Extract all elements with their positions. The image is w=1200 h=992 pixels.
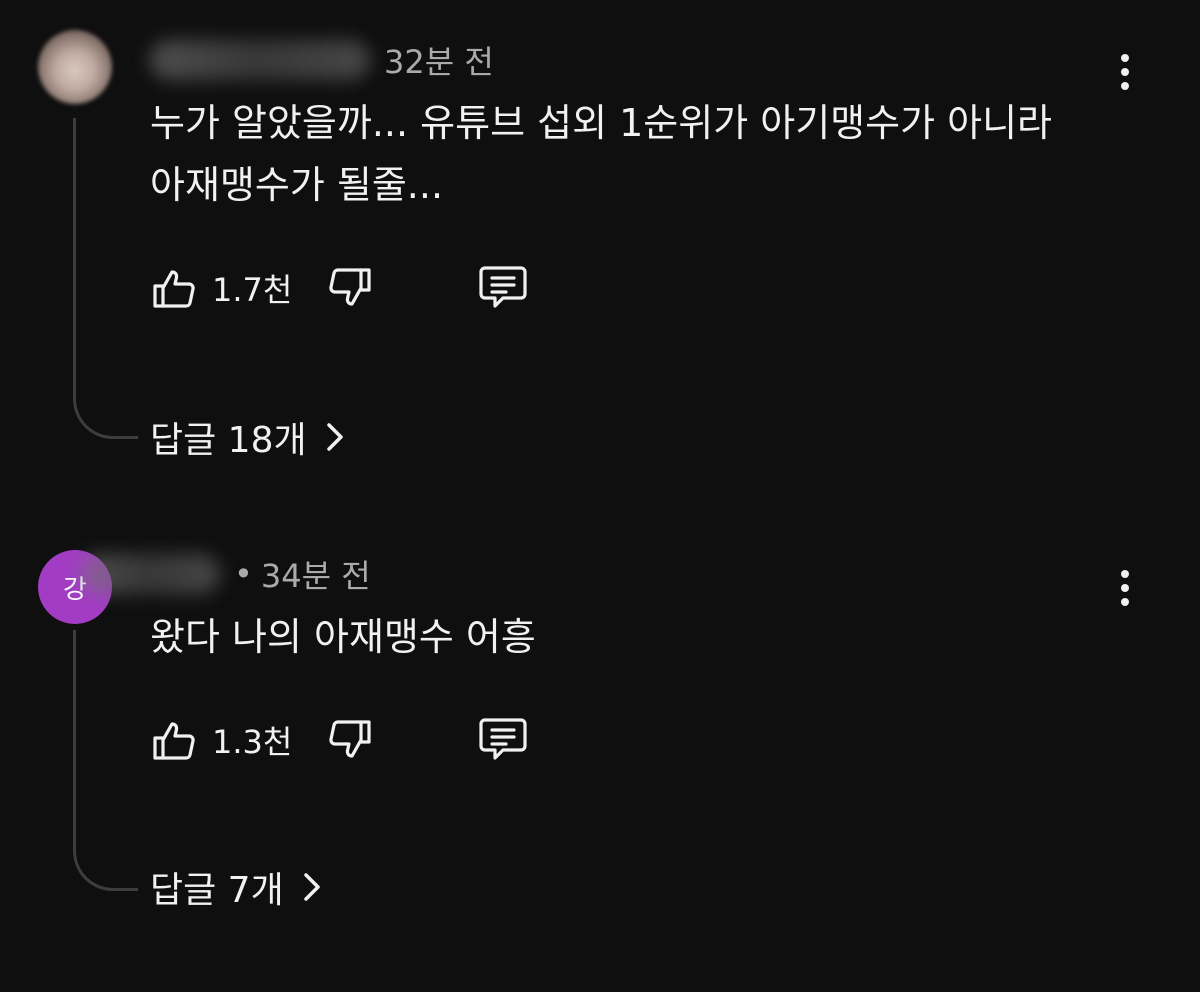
comment-text-line: 아재맹수가 될줄... — [150, 163, 444, 207]
like-count: 1.3천 — [212, 723, 293, 761]
like-button[interactable] — [148, 261, 202, 315]
like-button[interactable] — [148, 713, 202, 767]
replies-label: 답글 7개 — [150, 870, 284, 911]
comment-text-line: 왔다 나의 아재맹수 어흥 — [150, 615, 536, 659]
dislike-button[interactable] — [322, 713, 376, 767]
more-vert-icon — [1121, 570, 1129, 578]
chevron-right-icon — [325, 421, 345, 453]
comment-meta: 32분 전 — [150, 38, 494, 82]
avatar[interactable] — [38, 30, 112, 104]
thumbs-up-icon — [153, 270, 195, 308]
chevron-right-icon — [302, 871, 322, 903]
comment-icon — [479, 718, 527, 760]
more-options-button[interactable] — [1110, 558, 1140, 618]
more-options-button[interactable] — [1110, 42, 1140, 102]
comment-text-line: 누가 알았을까... 유튜브 섭외 1순위가 아기맹수가 아니라 — [150, 101, 1053, 145]
dislike-button[interactable] — [322, 261, 376, 315]
comment-time: 34분 전 — [260, 557, 371, 595]
replies-label: 답글 18개 — [150, 420, 307, 461]
thumbs-down-icon — [329, 720, 371, 758]
like-count: 1.7천 — [212, 271, 293, 309]
reply-button[interactable] — [476, 261, 530, 315]
comment-icon — [479, 266, 527, 308]
comment-time: 32분 전 — [384, 43, 494, 81]
reply-button[interactable] — [476, 713, 530, 767]
thumbs-up-icon — [153, 722, 195, 760]
more-vert-icon — [1121, 54, 1129, 62]
thread-line — [73, 630, 138, 891]
view-replies-button[interactable]: 답글 7개 — [150, 862, 322, 912]
comment-actions: 1.3천 — [148, 710, 530, 770]
thumbs-down-icon — [329, 268, 371, 306]
comment-text: 누가 알았을까... 유튜브 섭외 1순위가 아기맹수가 아니라 아재맹수가 될… — [150, 92, 1110, 216]
author-name-redacted[interactable] — [150, 40, 370, 80]
comment-meta: • 34분 전 — [80, 552, 371, 596]
view-replies-button[interactable]: 답글 18개 — [150, 412, 345, 462]
comment-actions: 1.7천 — [148, 258, 530, 318]
comment-text: 왔다 나의 아재맹수 어흥 — [150, 606, 1110, 668]
author-name-redacted[interactable] — [80, 554, 220, 594]
thread-line — [73, 118, 138, 439]
